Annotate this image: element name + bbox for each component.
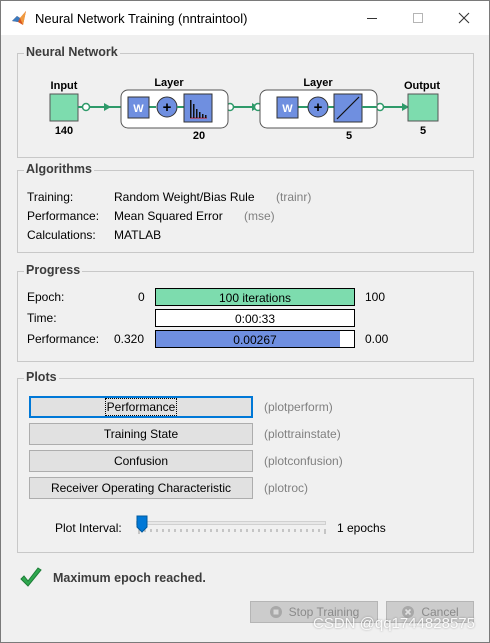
progress-panel: Progress Epoch: 0 100 iterations 100 Tim… (17, 263, 474, 362)
perf-progress-min: 0.320 (114, 332, 145, 346)
plots-title: Plots (24, 370, 59, 384)
algorithms-panel: Algorithms Training: Random Weight/Bias … (17, 162, 474, 253)
perf-progress-max: 0.00 (365, 332, 389, 346)
maximize-button[interactable] (395, 1, 441, 35)
layer2-sum-symbol: + (314, 99, 323, 116)
input-label: Input (51, 80, 78, 92)
title-bar: Neural Network Training (nntraintool) (1, 1, 489, 35)
time-text: 0:00:33 (234, 312, 276, 326)
epoch-progress-text: 100 iterations (218, 291, 292, 305)
calculations-value: MATLAB (114, 228, 162, 242)
plot-performance-fn: (plotperform) (264, 400, 333, 414)
performance-progress-bar: 0.00267 (155, 330, 355, 348)
epoch-max: 100 (365, 290, 386, 304)
calculations-label: Calculations: (27, 228, 96, 242)
plot-performance-label: Performance (104, 398, 178, 416)
checkmark-icon (20, 567, 42, 587)
stop-icon (269, 606, 282, 618)
plot-interval-label: Plot Interval: (55, 521, 122, 535)
close-icon (458, 12, 470, 24)
layer2-size: 5 (346, 130, 352, 142)
output-size: 5 (420, 125, 426, 137)
input-size: 140 (55, 125, 73, 137)
performance-label: Performance: (27, 209, 100, 223)
epoch-label: Epoch: (27, 290, 65, 304)
input-node (49, 93, 79, 122)
training-value: Random Weight/Bias Rule (114, 190, 255, 204)
layer2-weight-symbol: W (282, 103, 293, 115)
plot-performance-button[interactable]: Performance (29, 396, 253, 418)
output-label: Output (404, 80, 440, 92)
plot-training-state-fn: (plottrainstate) (264, 427, 341, 441)
performance-progress-text: 0.00267 (233, 333, 277, 347)
status-message: Maximum epoch reached. (53, 571, 206, 585)
plot-interval-slider[interactable] (136, 515, 328, 537)
plot-confusion-fn: (plotconfusion) (264, 454, 343, 468)
time-bar: 0:00:33 (155, 309, 355, 327)
plot-training-state-button[interactable]: Training State (29, 423, 253, 445)
layer2-label: Layer (303, 77, 333, 89)
slider-ticks (138, 529, 326, 534)
layer1-label: Layer (154, 77, 184, 89)
app-window: Neural Network Training (nntraintool) Ne… (0, 0, 490, 643)
network-diagram: Input 140 Layer W + 20 Layer W + 5 Outpu… (49, 77, 440, 142)
performance-value: Mean Squared Error (114, 209, 223, 223)
plot-roc-button[interactable]: Receiver Operating Characteristic (29, 477, 253, 499)
watermark-text: CSDN @qq1744828575 (312, 615, 475, 632)
progress-title: Progress (24, 263, 83, 277)
plot-roc-fn: (plotroc) (264, 481, 309, 495)
close-button[interactable] (441, 1, 487, 35)
algorithms-title: Algorithms (24, 162, 94, 176)
time-label: Time: (27, 311, 57, 325)
plot-confusion-button[interactable]: Confusion (29, 450, 253, 472)
performance-fn: (mse) (244, 209, 275, 223)
training-fn: (trainr) (276, 190, 312, 204)
matlab-logo-icon (11, 10, 27, 26)
minimize-icon (367, 18, 377, 19)
minimize-button[interactable] (349, 1, 395, 35)
epoch-min: 0 (138, 290, 145, 304)
neural-network-panel: Neural Network Input 140 Layer W + 20 La… (17, 45, 474, 158)
output-node (407, 93, 439, 122)
plot-interval-value: 1 epochs (337, 521, 386, 535)
epoch-progress-bar: 100 iterations (155, 288, 355, 306)
training-label: Training: (27, 190, 74, 204)
slider-track (136, 521, 326, 525)
window-title: Neural Network Training (nntraintool) (35, 11, 248, 26)
perf-progress-label: Performance: (27, 332, 100, 346)
layer1-weight-symbol: W (133, 103, 144, 115)
plots-panel: Plots Performance (plotperform) Training… (17, 370, 474, 553)
slider-thumb[interactable] (136, 515, 148, 533)
layer1-sum-symbol: + (163, 99, 172, 116)
maximize-icon (413, 13, 423, 23)
layer1-size: 20 (193, 130, 205, 142)
